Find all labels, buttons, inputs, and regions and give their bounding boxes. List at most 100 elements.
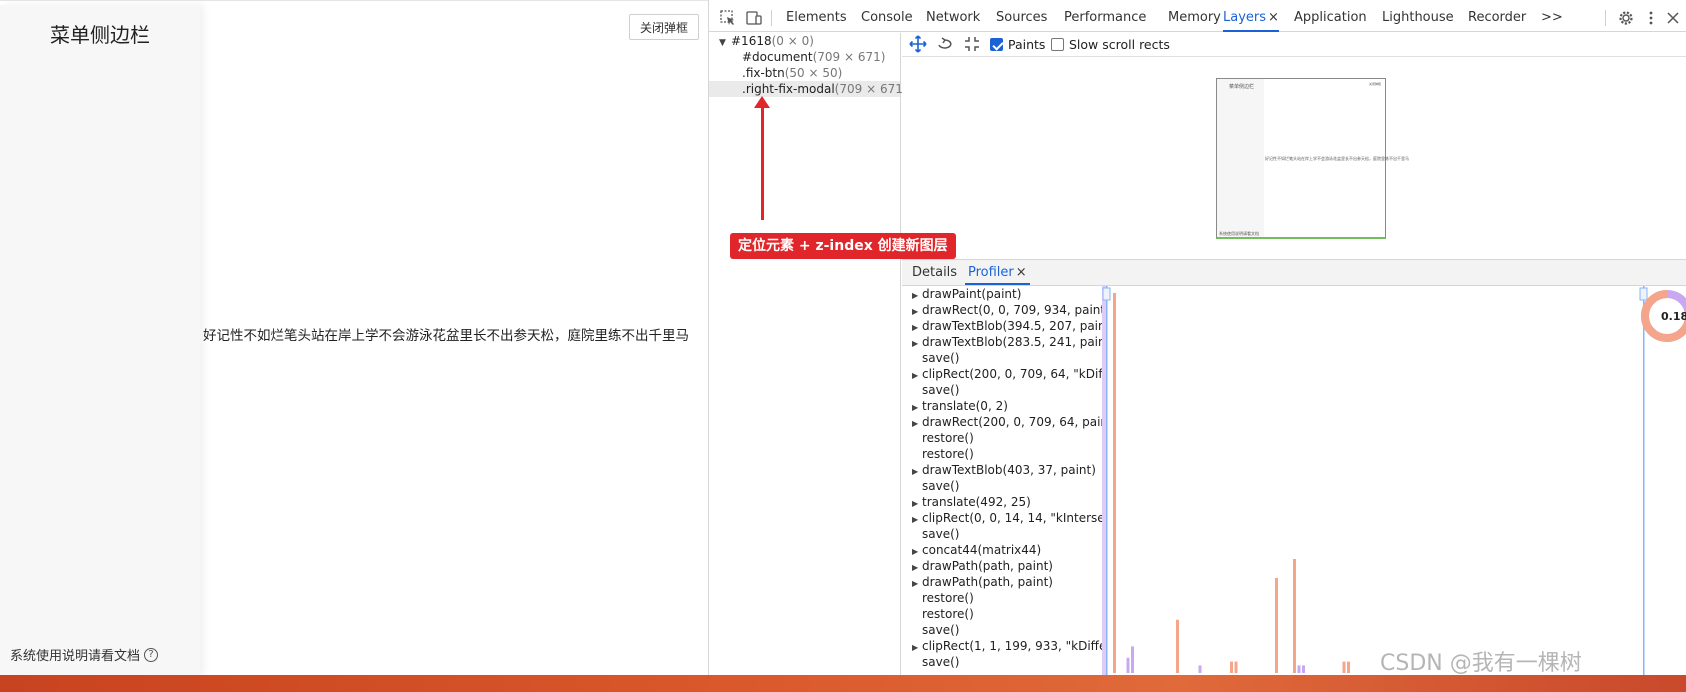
command-row[interactable]: save() xyxy=(902,526,1102,542)
pan-mode-icon[interactable] xyxy=(909,35,927,53)
command-text: drawRect(200, 0, 709, 64, paint xyxy=(922,415,1102,429)
question-circle-icon[interactable]: ? xyxy=(144,647,159,662)
expand-triangle-icon[interactable]: ▶ xyxy=(912,336,922,350)
paint-profiler-chart[interactable] xyxy=(1102,286,1686,675)
expand-triangle-icon[interactable]: ▶ xyxy=(912,496,922,510)
profiler-window-left-edge xyxy=(1106,286,1108,675)
devtools-toolbar: Elements Console Network Sources Performance… xyxy=(709,4,1686,32)
command-row[interactable]: ▶ drawRect(0, 0, 709, 934, paint) xyxy=(902,302,1102,318)
expand-triangle-icon[interactable]: ▶ xyxy=(912,400,922,414)
rotate-mode-icon[interactable] xyxy=(936,35,954,53)
layer-3d-view[interactable]: 菜单侧边栏 关闭弹框 好记性不如烂笔头站在岸上学不会游泳花盆里长不出参天松，庭院… xyxy=(902,57,1686,259)
tab-recorder[interactable]: Recorder xyxy=(1468,4,1526,32)
thumb-title: 菜单侧边栏 xyxy=(1229,84,1255,90)
command-row[interactable]: save() xyxy=(902,622,1102,638)
command-text: save() xyxy=(922,383,960,397)
profiler-bar xyxy=(1176,619,1179,673)
expand-triangle-icon[interactable]: ▶ xyxy=(912,576,922,590)
profiler-left-handle xyxy=(1102,287,1111,301)
inspect-element-icon[interactable] xyxy=(719,9,737,27)
paints-checkbox[interactable] xyxy=(990,38,1003,51)
profiler-bar xyxy=(1297,665,1301,673)
command-row[interactable]: ▶ concat44(matrix44) xyxy=(902,542,1102,558)
tab-network[interactable]: Network xyxy=(926,4,980,32)
command-row[interactable]: ▶ clipRect(1, 1, 199, 933, "kDiffere xyxy=(902,638,1102,654)
tab-sources[interactable]: Sources xyxy=(996,4,1047,32)
gear-icon[interactable] xyxy=(1617,9,1635,27)
layer-thumbnail[interactable]: 菜单侧边栏 关闭弹框 好记性不如烂笔头站在岸上学不会游泳花盆里长不出参天松，庭院… xyxy=(1216,78,1409,239)
expand-triangle-icon[interactable]: ▶ xyxy=(912,320,922,334)
expand-triangle-icon[interactable]: ▶ xyxy=(912,416,922,430)
poem-text: 好记性不如烂笔头站在岸上学不会游泳花盆里长不出参天松，庭院里练不出千里马 xyxy=(203,328,689,344)
expand-triangle-icon[interactable]: ▶ xyxy=(912,288,922,302)
command-text: save() xyxy=(922,527,960,541)
close-tab-icon[interactable]: × xyxy=(1268,10,1279,25)
slow-scroll-checkbox[interactable] xyxy=(1051,38,1064,51)
expand-triangle-icon[interactable]: ▶ xyxy=(912,368,922,382)
device-toolbar-icon[interactable] xyxy=(745,9,763,27)
tree-row-document[interactable]: #document(709 × 671) xyxy=(709,49,900,65)
reset-transform-icon[interactable] xyxy=(963,35,981,53)
command-text: restore() xyxy=(922,447,974,461)
tab-performance[interactable]: Performance xyxy=(1064,4,1146,32)
command-row[interactable]: ▶ clipRect(200, 0, 709, 64, "kDiffe xyxy=(902,366,1102,382)
expand-triangle-icon[interactable]: ▶ xyxy=(912,512,922,526)
command-row[interactable]: save() xyxy=(902,654,1102,670)
command-row[interactable]: ▶ drawTextBlob(403, 37, paint) xyxy=(902,462,1102,478)
sidebar-footer[interactable]: 系统使用说明请看文档 ? xyxy=(10,645,159,664)
tab-elements[interactable]: Elements xyxy=(786,4,847,32)
close-modal-button[interactable]: 关闭弹框 xyxy=(629,14,699,40)
command-text: restore() xyxy=(922,431,974,445)
tab-memory[interactable]: Memory xyxy=(1168,4,1221,32)
page-viewport: 菜单侧边栏 系统使用说明请看文档 ? 关闭弹框 好记性不如烂笔头站在岸上学不会游… xyxy=(0,0,708,676)
tree-row-root[interactable]: ▼ #1618(0 × 0) xyxy=(709,33,900,49)
kebab-menu-icon[interactable] xyxy=(1642,9,1660,27)
tab-profiler[interactable]: Profiler × xyxy=(965,260,1030,285)
command-row[interactable]: ▶ drawPaint(paint) xyxy=(902,286,1102,302)
profiler-bar xyxy=(1347,661,1350,673)
command-row[interactable]: ▶ drawTextBlob(283.5, 241, paint) xyxy=(902,334,1102,350)
annotation-label: 定位元素 + z-index 创建新图层 xyxy=(730,233,956,259)
expand-triangle-icon[interactable]: ▶ xyxy=(912,544,922,558)
layer-tree: ▼ #1618(0 × 0) #document(709 × 671) .fix-… xyxy=(709,33,908,675)
expand-triangle-icon[interactable]: ▶ xyxy=(912,304,922,318)
tab-console[interactable]: Console xyxy=(861,4,913,32)
tab-lighthouse[interactable]: Lighthouse xyxy=(1382,4,1454,32)
profiler-bar xyxy=(1275,578,1278,673)
tab-details[interactable]: Details xyxy=(912,260,957,285)
layers-toolbar: Paints Slow scroll rects xyxy=(902,33,1686,57)
command-row[interactable]: restore() xyxy=(902,430,1102,446)
expand-triangle-icon[interactable]: ▶ xyxy=(912,640,922,654)
command-row[interactable]: ▶ drawTextBlob(394.5, 207, paint) xyxy=(902,318,1102,334)
command-row[interactable]: ▶ drawRect(200, 0, 709, 64, paint xyxy=(902,414,1102,430)
expand-triangle-icon[interactable]: ▶ xyxy=(912,464,922,478)
command-text: save() xyxy=(922,655,960,669)
paint-command-log: ▶ drawPaint(paint) ▶ drawRect(0, 0, 709, 93… xyxy=(902,286,1102,675)
detail-tabs: Details Profiler × xyxy=(902,259,1686,286)
command-row[interactable]: restore() xyxy=(902,590,1102,606)
more-tabs-button[interactable]: >> xyxy=(1541,4,1563,32)
tree-row-right-fix-modal[interactable]: .right-fix-modal(709 × 671) xyxy=(709,81,908,97)
tree-row-fix-btn[interactable]: .fix-btn(50 × 50) xyxy=(709,65,900,81)
command-text: clipRect(200, 0, 709, 64, "kDiffe xyxy=(922,367,1102,381)
command-text: translate(0, 2) xyxy=(922,399,1008,413)
tab-application[interactable]: Application xyxy=(1294,4,1367,32)
tab-layers[interactable]: Layers × xyxy=(1223,4,1279,32)
command-row[interactable]: save() xyxy=(902,478,1102,494)
command-row[interactable]: ▶ translate(492, 25) xyxy=(902,494,1102,510)
command-row[interactable]: ▶ translate(0, 2) xyxy=(902,398,1102,414)
profiler-bar xyxy=(1342,661,1346,673)
command-row[interactable]: restore() xyxy=(902,446,1102,462)
command-row[interactable]: save() xyxy=(902,350,1102,366)
command-row[interactable]: ▶ drawPath(path, paint) xyxy=(902,558,1102,574)
close-tab-icon[interactable]: × xyxy=(1016,265,1027,280)
command-row[interactable]: ▶ clipRect(0, 0, 14, 14, "kIntersect xyxy=(902,510,1102,526)
command-row[interactable]: restore() xyxy=(902,606,1102,622)
command-row[interactable]: ▶ drawPath(path, paint) xyxy=(902,574,1102,590)
command-text: clipRect(0, 0, 14, 14, "kIntersect xyxy=(922,511,1102,525)
close-devtools-icon[interactable] xyxy=(1664,9,1682,27)
command-text: restore() xyxy=(922,607,974,621)
command-row[interactable]: save() xyxy=(902,382,1102,398)
expand-triangle-icon[interactable]: ▶ xyxy=(912,560,922,574)
command-text: clipRect(1, 1, 199, 933, "kDiffere xyxy=(922,639,1102,653)
